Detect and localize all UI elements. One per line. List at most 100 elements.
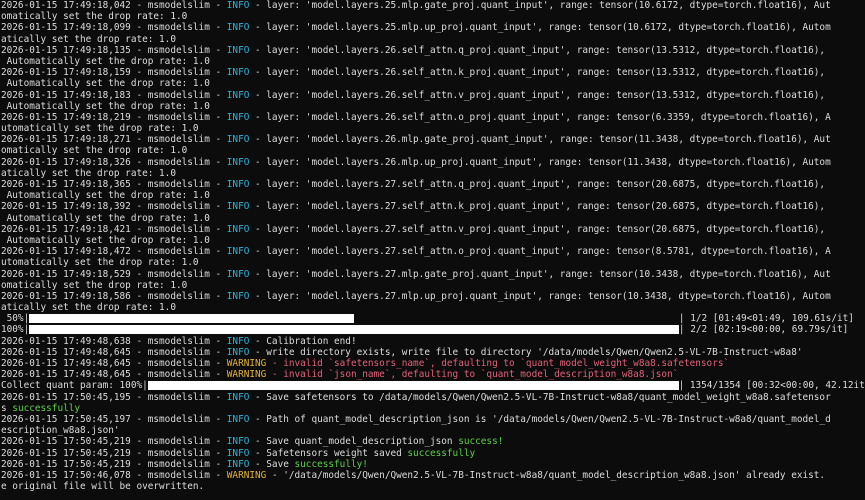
log-text: - layer: 'model.layers.26.self_attn.q_pr… — [249, 44, 826, 56]
log-line: 2026-01-15 17:49:48,638 - msmodelslim - … — [1, 336, 865, 347]
log-line: 100%| | 2/2 [02:19<00:00, 69.79s/it] — [1, 324, 865, 335]
progress-stats: | 1/2 [01:49<01:49, 109.61s/it] — [678, 313, 854, 325]
log-line: atically set the drop rate: 1.0 — [1, 302, 865, 313]
log-text: atically set the drop rate: 1.0 — [1, 302, 176, 314]
log-level-info: INFO — [226, 458, 250, 470]
success-text: successfully — [12, 402, 81, 414]
log-level-info: INFO — [226, 223, 250, 235]
log-text: 2026-01-15 17:50:45,219 - msmodelslim - — [1, 458, 227, 470]
log-text: 2026-01-15 17:49:18,421 - msmodelslim - — [1, 223, 227, 235]
log-text: - write directory exists, write file to … — [249, 346, 803, 358]
log-text: 2026-01-15 17:50:46,078 - msmodelslim - — [1, 469, 227, 481]
log-line: 2026-01-15 17:50:45,195 - msmodelslim - … — [1, 392, 865, 403]
log-text: - Safetensors weight saved — [249, 447, 408, 459]
log-text: 2026-01-15 17:49:18,159 - msmodelslim - — [1, 67, 227, 79]
log-text: s — [1, 402, 13, 414]
log-line: 2026-01-15 17:49:48,645 - msmodelslim - … — [1, 358, 865, 369]
log-line: s successfully — [1, 403, 865, 414]
log-line: 2026-01-15 17:49:18,271 - msmodelslim - … — [1, 134, 865, 145]
log-level-info: INFO — [226, 89, 250, 101]
log-text: 2026-01-15 17:49:18,326 - msmodelslim - — [1, 156, 227, 168]
log-line: 2026-01-15 17:49:18,219 - msmodelslim - … — [1, 112, 865, 123]
log-line: utomatically set the drop rate: 1.0 — [1, 123, 865, 134]
log-line: Collect quant param: 100%| | 1354/1354 [0… — [1, 380, 865, 391]
terminal-output[interactable]: 2026-01-15 17:49:18,042 - msmodelslim - … — [0, 0, 865, 500]
log-text: - layer: 'model.layers.25.mlp.up_proj.qu… — [249, 22, 831, 34]
log-text: - Save quant_model_description_json — [249, 436, 459, 448]
log-line: 2026-01-15 17:49:18,365 - msmodelslim - … — [1, 179, 865, 190]
log-line: Automatically set the drop rate: 1.0 — [1, 56, 865, 67]
log-line: escription_w8a8.json' — [1, 425, 865, 436]
progress-stats: | 2/2 [02:19<00:00, 69.79s/it] — [678, 324, 849, 336]
log-text: Automatically set the drop rate: 1.0 — [1, 100, 210, 112]
log-line: 2026-01-15 17:50:46,078 - msmodelslim - … — [1, 470, 865, 481]
log-text: - layer: 'model.layers.26.self_attn.v_pr… — [249, 89, 826, 101]
log-level-info: INFO — [226, 44, 250, 56]
log-level-info: INFO — [226, 0, 250, 11]
log-text: 2026-01-15 17:49:18,472 - msmodelslim - — [1, 246, 227, 258]
warning-message: - invalid `safetensors_name`, defaulting… — [266, 358, 730, 369]
progress-label: 100%| — [1, 324, 30, 336]
log-line: utomatically set the drop rate: 1.0 — [1, 257, 865, 268]
log-text: utomatically set the drop rate: 1.0 — [1, 257, 199, 269]
log-line: 2026-01-15 17:49:18,392 - msmodelslim - … — [1, 201, 865, 212]
log-level-warning: WARNING — [226, 469, 267, 481]
log-text: - Save — [249, 458, 295, 470]
progress-label: Collect quant param: 100%| — [1, 380, 148, 392]
log-text: 2026-01-15 17:49:18,219 - msmodelslim - — [1, 111, 227, 123]
log-text: 2026-01-15 17:49:18,183 - msmodelslim - — [1, 89, 227, 101]
log-text: 2026-01-15 17:49:18,271 - msmodelslim - — [1, 134, 227, 146]
log-text: - layer: 'model.layers.27.self_attn.o_pr… — [249, 246, 831, 258]
log-line: Automatically set the drop rate: 1.0 — [1, 235, 865, 246]
log-line: 2026-01-15 17:49:18,326 - msmodelslim - … — [1, 157, 865, 168]
log-text: 2026-01-15 17:50:45,219 - msmodelslim - — [1, 447, 227, 459]
log-line: 2026-01-15 17:49:48,645 - msmodelslim - … — [1, 369, 865, 380]
log-line: omatically set the drop rate: 1.0 — [1, 11, 865, 22]
log-text: atically set the drop rate: 1.0 — [1, 167, 176, 179]
log-line: 2026-01-15 17:49:18,472 - msmodelslim - … — [1, 246, 865, 257]
log-line: omatically set the drop rate: 1.0 — [1, 145, 865, 156]
log-line: Automatically set the drop rate: 1.0 — [1, 78, 865, 89]
log-text: 2026-01-15 17:49:18,586 - msmodelslim - — [1, 290, 227, 302]
log-text: - Calibration end! — [249, 335, 357, 347]
log-text: Automatically set the drop rate: 1.0 — [1, 78, 210, 90]
log-line: 2026-01-15 17:49:18,421 - msmodelslim - … — [1, 224, 865, 235]
log-line: 2026-01-15 17:49:18,135 - msmodelslim - … — [1, 45, 865, 56]
progress-bar — [29, 314, 679, 324]
progress-bar-fill — [29, 314, 355, 324]
log-text: 2026-01-15 17:49:48,645 - msmodelslim - — [1, 358, 227, 369]
log-line: 2026-01-15 17:49:18,586 - msmodelslim - … — [1, 291, 865, 302]
log-level-info: INFO — [226, 413, 250, 425]
log-text: 2026-01-15 17:49:48,645 - msmodelslim - — [1, 346, 227, 358]
log-line: omatically set the drop rate: 1.0 — [1, 280, 865, 291]
log-text: - layer: 'model.layers.25.mlp.gate_proj.… — [249, 0, 831, 11]
log-level-info: INFO — [226, 290, 250, 302]
log-text: utomatically set the drop rate: 1.0 — [1, 123, 199, 135]
log-level-warning: WARNING — [226, 358, 267, 369]
log-line: Automatically set the drop rate: 1.0 — [1, 190, 865, 201]
warning-message: - invalid `json_name`, defaulting to `qu… — [266, 369, 679, 381]
log-level-info: INFO — [226, 156, 250, 168]
log-line: 2026-01-15 17:49:18,099 - msmodelslim - … — [1, 22, 865, 33]
progress-label: 50%| — [1, 313, 30, 325]
log-text: - layer: 'model.layers.26.self_attn.k_pr… — [249, 67, 826, 79]
progress-bar — [147, 381, 679, 391]
log-level-info: INFO — [226, 335, 250, 347]
success-text: success! — [458, 436, 504, 448]
log-text: 2026-01-15 17:49:18,099 - msmodelslim - — [1, 22, 227, 34]
log-text: - layer: 'model.layers.27.self_attn.q_pr… — [249, 179, 826, 190]
log-text: omatically set the drop rate: 1.0 — [1, 279, 188, 291]
log-line: 2026-01-15 17:49:18,183 - msmodelslim - … — [1, 90, 865, 101]
log-line: 50%| | 1/2 [01:49<01:49, 109.61s/it] — [1, 313, 865, 324]
log-text: 2026-01-15 17:49:18,365 - msmodelslim - — [1, 179, 227, 190]
success-text: successfully! — [294, 458, 368, 470]
log-text: 2026-01-15 17:49:18,392 - msmodelslim - — [1, 201, 227, 213]
log-text: 2026-01-15 17:50:45,197 - msmodelslim - — [1, 413, 227, 425]
log-text: e original file will be overwritten. — [1, 481, 205, 493]
log-level-info: INFO — [226, 22, 250, 34]
log-text: - layer: 'model.layers.27.mlp.gate_proj.… — [249, 268, 831, 280]
log-line: 2026-01-15 17:49:18,159 - msmodelslim - … — [1, 67, 865, 78]
log-level-info: INFO — [226, 201, 250, 213]
log-level-info: INFO — [226, 134, 250, 146]
log-text: omatically set the drop rate: 1.0 — [1, 11, 188, 23]
